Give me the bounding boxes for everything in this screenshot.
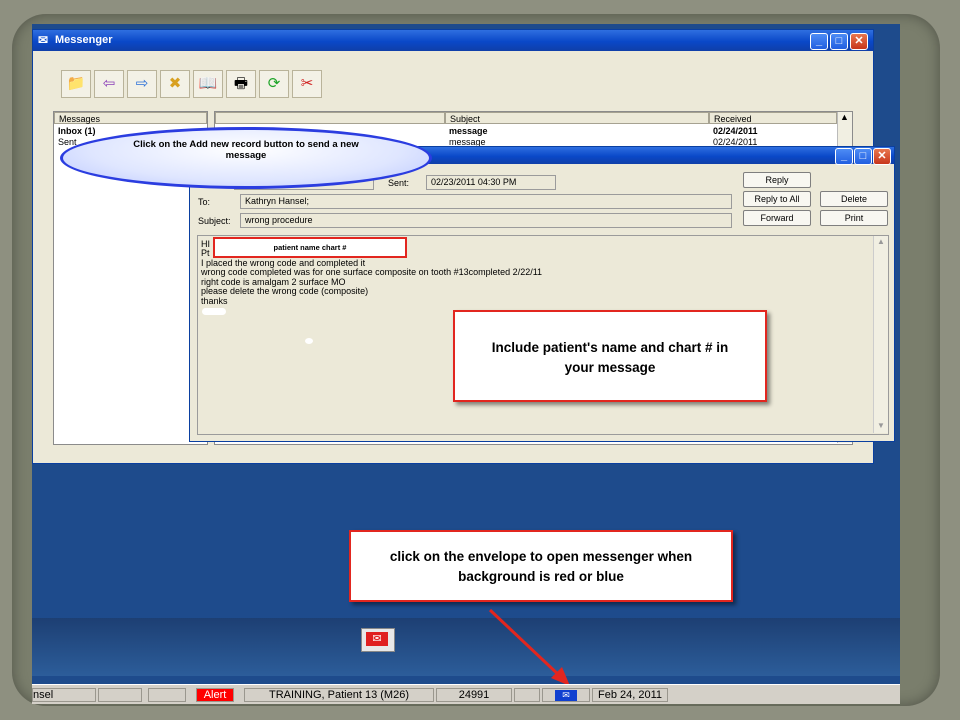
- to-label: To:: [198, 197, 211, 207]
- subject-field: wrong procedure: [240, 213, 732, 228]
- status-cell-blank: [148, 688, 186, 702]
- envelope-callout-text: click on the envelope to open messenger …: [389, 549, 693, 584]
- status-messenger-button[interactable]: ✉: [542, 688, 590, 702]
- close-icon[interactable]: ✕: [850, 33, 868, 50]
- refresh-icon[interactable]: ⟳: [259, 70, 289, 98]
- to-field: Kathryn Hansel;: [240, 194, 732, 209]
- close-tool-icon[interactable]: ✂: [292, 70, 322, 98]
- print-button[interactable]: Print: [820, 210, 888, 226]
- desktop-band: [32, 618, 900, 676]
- reply-all-button[interactable]: Reply to All: [743, 191, 811, 207]
- messenger-title: Messenger: [55, 34, 113, 46]
- include-info-callout-text: Include patient's name and chart # in yo…: [491, 340, 729, 375]
- envelope-icon: ✉: [555, 690, 577, 701]
- status-bar: nsel Alert TRAINING, Patient 13 (M26) 24…: [32, 684, 900, 704]
- list-header-blank: [215, 112, 445, 124]
- status-alert[interactable]: Alert: [196, 688, 234, 702]
- envelope-alert-button[interactable]: ✉: [361, 628, 395, 652]
- status-user: nsel: [32, 688, 96, 702]
- delete-record-icon[interactable]: ✖: [160, 70, 190, 98]
- print-icon[interactable]: 🖶: [226, 70, 256, 98]
- patient-name-callout-text: patient name chart #: [273, 243, 347, 252]
- folders-header: Messages: [54, 112, 207, 124]
- add-record-callout: Click on the Add new record button to se…: [60, 127, 432, 189]
- messenger-app-icon: ✉: [38, 33, 49, 47]
- status-patient[interactable]: TRAINING, Patient 13 (M26): [244, 688, 434, 702]
- status-number: 24991: [436, 688, 512, 702]
- maximize-icon[interactable]: □: [830, 33, 848, 50]
- forward-icon[interactable]: ⇨: [127, 70, 157, 98]
- subject-label: Subject:: [198, 216, 231, 226]
- redaction-mark: [202, 308, 226, 315]
- list-header-subject[interactable]: Subject: [445, 112, 709, 124]
- add-record-icon[interactable]: 📁: [61, 70, 91, 98]
- list-header-received[interactable]: Received: [709, 112, 837, 124]
- status-cell-blank: [98, 688, 142, 702]
- envelope-callout: click on the envelope to open messenger …: [349, 530, 733, 602]
- forward-button[interactable]: Forward: [743, 210, 811, 226]
- row-received[interactable]: 02/24/2011: [713, 126, 758, 137]
- include-info-callout: Include patient's name and chart # in yo…: [453, 310, 767, 402]
- scroll-up-icon[interactable]: ▲: [840, 112, 849, 122]
- messenger-title-bar[interactable]: ✉ Messenger _ □ ✕: [33, 30, 873, 51]
- read-icon[interactable]: 📖: [193, 70, 223, 98]
- body-line: Pt: [201, 248, 210, 258]
- maximize-icon[interactable]: □: [854, 148, 872, 165]
- add-record-callout-text: Click on the Add new record button to se…: [133, 139, 359, 161]
- minimize-icon[interactable]: _: [835, 148, 853, 165]
- cursor-dot: [305, 338, 313, 344]
- body-scrollbar[interactable]: ▲ ▼: [873, 236, 888, 433]
- folder-inbox[interactable]: Inbox (1): [58, 126, 96, 137]
- status-date: Feb 24, 2011: [592, 688, 668, 702]
- envelope-icon: ✉: [366, 632, 388, 646]
- body-line: please delete the wrong code (composite): [201, 286, 369, 296]
- scroll-down-icon[interactable]: ▼: [877, 421, 885, 430]
- minimize-icon[interactable]: _: [810, 33, 828, 50]
- patient-name-callout: patient name chart #: [213, 237, 407, 258]
- scroll-up-icon[interactable]: ▲: [877, 237, 885, 246]
- body-line: thanks: [201, 296, 228, 306]
- close-icon[interactable]: ✕: [873, 148, 891, 165]
- body-line: wrong code completed was for one surface…: [201, 267, 543, 277]
- sent-label: Sent:: [388, 178, 410, 188]
- status-cell-blank: [514, 688, 540, 702]
- reply-button[interactable]: Reply: [743, 172, 811, 188]
- delete-button[interactable]: Delete: [820, 191, 888, 207]
- row-subject[interactable]: message: [449, 126, 488, 137]
- back-icon[interactable]: ⇦: [94, 70, 124, 98]
- sent-field: 02/23/2011 04:30 PM: [426, 175, 556, 190]
- desktop-screen: ✉ Messenger _ □ ✕ 📁 ⇦ ⇨ ✖ 📖 🖶 ⟳ ✂ Messag…: [32, 24, 900, 704]
